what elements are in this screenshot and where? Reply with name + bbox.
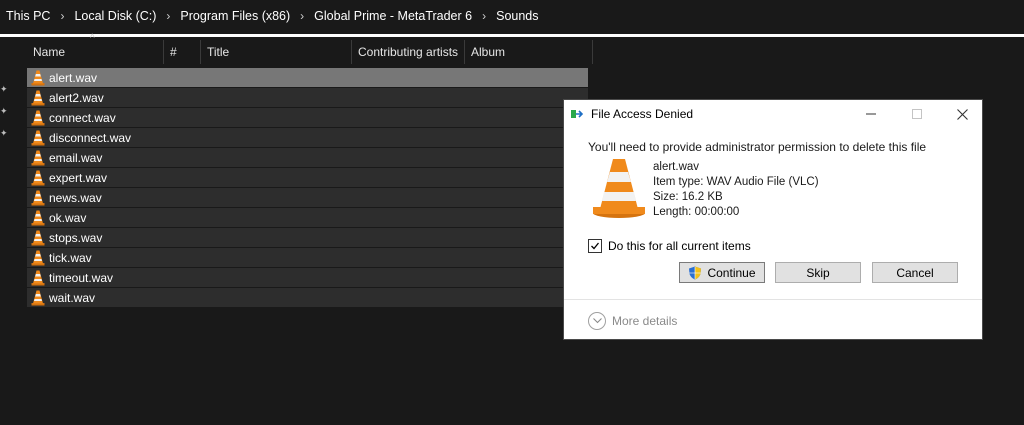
vlc-cone-icon [31,70,45,86]
file-name[interactable]: timeout.wav [49,271,113,285]
vlc-cone-icon [593,159,645,218]
dialog-titlebar[interactable]: File Access Denied [564,100,982,128]
chevron-down-icon[interactable] [588,312,606,330]
maximize-icon [912,109,922,119]
shield-icon [689,266,702,279]
file-name[interactable]: connect.wav [49,111,116,125]
file-row[interactable]: connect.wav [27,108,588,127]
skip-button[interactable]: Skip [775,262,861,283]
pin-icon[interactable]: ✦ [0,84,8,94]
vlc-cone-icon [31,210,45,226]
file-info-type: Item type: WAV Audio File (VLC) [653,176,819,188]
dialog-title: File Access Denied [591,107,694,121]
file-row[interactable]: disconnect.wav [27,128,588,147]
breadcrumb-item-program-files[interactable]: Program Files (x86) › [176,9,310,23]
chevron-right-icon[interactable]: › [294,9,310,23]
breadcrumb: This PC › Local Disk (C:) › Program Files … [0,0,1024,32]
chevron-right-icon[interactable]: › [160,9,176,23]
file-name[interactable]: wait.wav [49,291,95,305]
file-name[interactable]: news.wav [49,191,102,205]
file-info-length: Length: 00:00:00 [653,206,740,218]
header-divider [0,34,1024,37]
vlc-cone-icon [31,90,45,106]
file-info-name: alert.wav [653,161,700,173]
file-name[interactable]: alert.wav [49,71,97,85]
file-info-size: Size: 16.2 KB [653,191,723,203]
vlc-cone-icon [31,250,45,266]
breadcrumb-item-sounds[interactable]: Sounds [492,9,542,23]
breadcrumb-item-metatrader[interactable]: Global Prime - MetaTrader 6 › [310,9,492,23]
file-row[interactable]: expert.wav [27,168,588,187]
file-list: alert.wav alert2.wav connect.wav disconnect… [27,68,588,308]
file-row[interactable]: stops.wav [27,228,588,247]
vlc-cone-icon [31,130,45,146]
column-header-name[interactable]: ^ Name [27,33,164,64]
file-row[interactable]: alert.wav [27,68,588,87]
file-row[interactable]: ok.wav [27,208,588,227]
continue-button[interactable]: Continue [679,262,765,283]
file-info: alert.wav Item type: WAV Audio File (VLC… [653,160,819,220]
file-row[interactable]: news.wav [27,188,588,207]
column-header-number[interactable]: # [164,40,201,64]
checkmark-icon [591,242,600,250]
minimize-button[interactable] [849,100,893,128]
sort-ascending-icon: ^ [90,33,95,44]
dialog-footer-divider [564,299,982,300]
vlc-cone-icon [31,170,45,186]
file-name[interactable]: tick.wav [49,251,92,265]
file-row[interactable]: email.wav [27,148,588,167]
vlc-cone-icon [31,290,45,306]
more-details-toggle[interactable]: More details [588,312,677,330]
cancel-button[interactable]: Cancel [872,262,958,283]
vlc-cone-icon [31,190,45,206]
file-row[interactable]: timeout.wav [27,268,588,287]
file-row[interactable]: alert2.wav [27,88,588,107]
file-access-denied-dialog: File Access Denied You'll need to provid… [563,99,983,340]
file-row[interactable]: wait.wav [27,288,588,307]
file-move-icon [571,110,584,118]
vlc-cone-icon [31,270,45,286]
file-name[interactable]: alert2.wav [49,91,104,105]
column-header-title[interactable]: Title [201,40,352,64]
chevron-right-icon[interactable]: › [54,9,70,23]
file-name[interactable]: disconnect.wav [49,131,131,145]
maximize-button[interactable] [895,100,939,128]
column-header-album[interactable]: Album [465,40,593,64]
vlc-cone-icon [31,110,45,126]
file-name[interactable]: ok.wav [49,211,86,225]
pin-icon[interactable]: ✦ [0,106,8,116]
file-row[interactable]: tick.wav [27,248,588,267]
dialog-message: You'll need to provide administrator per… [588,140,927,154]
close-icon [956,108,968,120]
breadcrumb-item-local-disk[interactable]: Local Disk (C:) › [70,9,176,23]
pin-icon[interactable]: ✦ [0,128,8,138]
column-header-row: ^ Name # Title Contributing artists Albu… [27,33,593,64]
minimize-icon [866,113,876,115]
file-name[interactable]: email.wav [49,151,102,165]
breadcrumb-item-this-pc[interactable]: This PC › [0,9,70,23]
more-details-label[interactable]: More details [612,314,677,328]
apply-all-checkbox[interactable] [588,239,602,253]
vlc-cone-icon [31,230,45,246]
file-name[interactable]: stops.wav [49,231,102,245]
vlc-cone-icon [31,150,45,166]
close-button[interactable] [940,100,984,128]
column-header-artists[interactable]: Contributing artists [352,40,465,64]
apply-all-checkbox-row[interactable]: Do this for all current items [588,239,751,253]
chevron-right-icon[interactable]: › [476,9,492,23]
apply-all-label[interactable]: Do this for all current items [608,239,751,253]
file-name[interactable]: expert.wav [49,171,107,185]
